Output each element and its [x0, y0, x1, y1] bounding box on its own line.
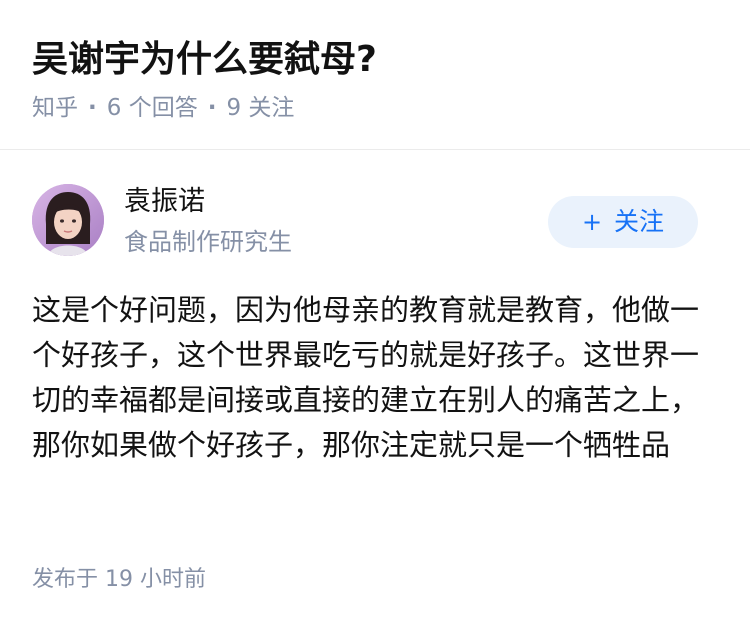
publish-time: 发布于 19 小时前: [32, 567, 206, 592]
meta-separator: ·: [207, 95, 217, 121]
author-name[interactable]: 袁振诺: [124, 184, 205, 220]
answer-author: 袁振诺 食品制作研究生 + 关注: [0, 180, 750, 264]
avatar-image: [32, 184, 104, 256]
source-label[interactable]: 知乎: [32, 95, 78, 121]
follower-count[interactable]: 9 关注: [226, 95, 294, 121]
follow-label: 关注: [614, 207, 665, 236]
question-meta: 知乎 · 6 个回答 · 9 关注: [32, 92, 294, 124]
author-bio: 食品制作研究生: [124, 228, 292, 256]
follow-button[interactable]: + 关注: [548, 196, 698, 248]
question-header: 吴谢宇为什么要弑母? 知乎 · 6 个回答 · 9 关注: [0, 0, 750, 150]
answer-count[interactable]: 6 个回答: [107, 95, 198, 121]
plus-icon: +: [581, 208, 603, 236]
meta-separator: ·: [88, 95, 97, 121]
question-title[interactable]: 吴谢宇为什么要弑母?: [32, 36, 377, 84]
answer-content: 这是个好问题，因为他母亲的教育就是教育，他做一个好孩子，这个世界最吃亏的就是好孩…: [32, 293, 700, 462]
avatar[interactable]: [32, 184, 104, 256]
